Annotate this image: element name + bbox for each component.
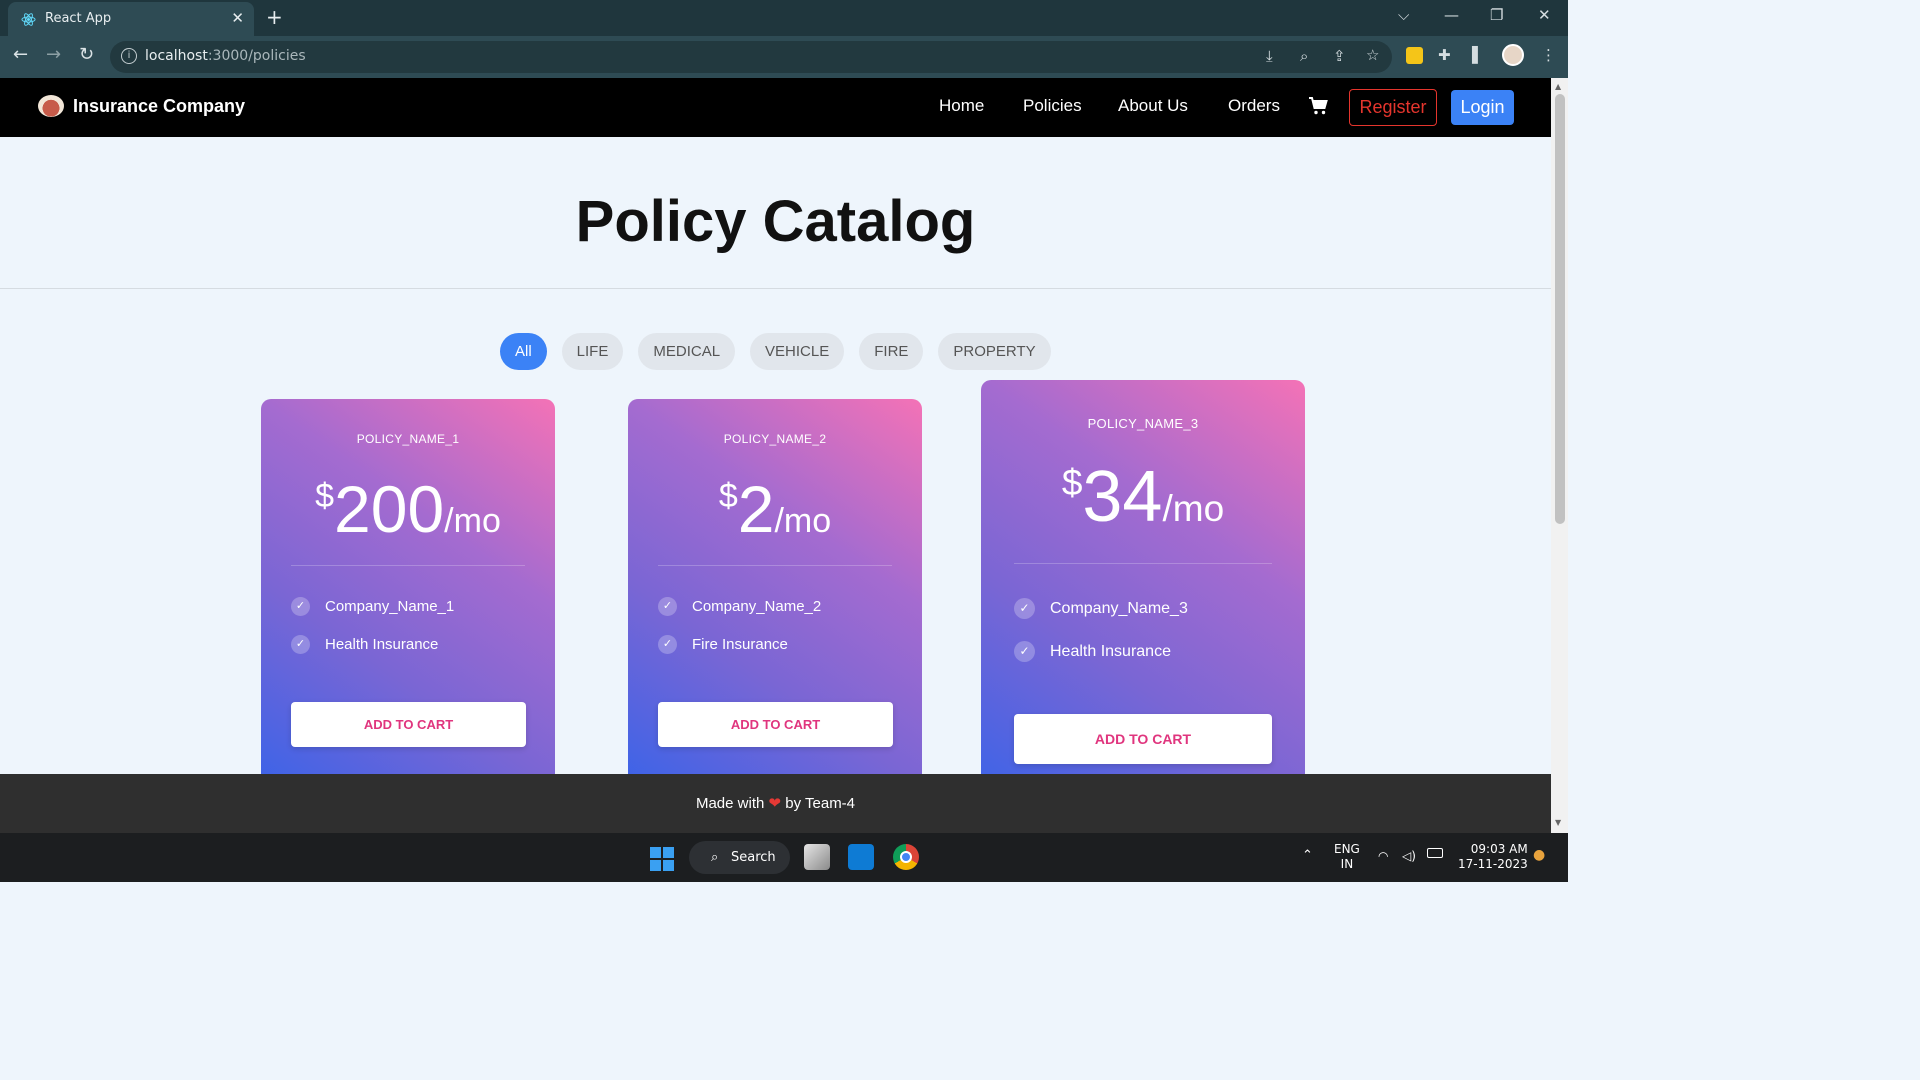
minimize-button[interactable]: — <box>1444 6 1459 24</box>
feature-company: ✓ Company_Name_3 <box>1014 598 1188 619</box>
register-button[interactable]: Register <box>1349 89 1437 126</box>
policy-price: $34/mo <box>1061 457 1225 537</box>
site-navbar: Insurance Company Home Policies About Us… <box>0 78 1551 137</box>
forward-icon[interactable]: → <box>46 44 61 65</box>
check-icon: ✓ <box>658 597 677 616</box>
battery-icon[interactable] <box>1427 848 1443 858</box>
add-to-cart-button[interactable]: ADD TO CART <box>291 702 526 747</box>
search-icon: ⌕ <box>711 850 719 865</box>
filter-medical[interactable]: MEDICAL <box>638 333 736 370</box>
cart-icon[interactable] <box>1308 97 1328 115</box>
policy-name: POLICY_NAME_3 <box>1087 416 1199 431</box>
login-button[interactable]: Login <box>1451 90 1514 125</box>
window-close-button[interactable]: ✕ <box>1538 6 1551 24</box>
feature-company: ✓ Company_Name_2 <box>658 597 821 616</box>
feature-type: ✓ Fire Insurance <box>658 635 788 654</box>
filter-all[interactable]: All <box>500 333 547 370</box>
install-icon[interactable]: ⤓ <box>1266 47 1273 65</box>
restore-button[interactable]: ❐ <box>1490 6 1503 24</box>
policy-name: POLICY_NAME_2 <box>723 432 827 446</box>
brand-name: Insurance Company <box>73 95 246 116</box>
back-icon[interactable]: ← <box>13 44 28 65</box>
page-scrollbar[interactable]: ▲ ▼ <box>1551 78 1568 833</box>
clock[interactable]: 09:03 AM 17-11-2023 <box>1458 842 1528 872</box>
tab-title: React App <box>45 11 112 26</box>
site-footer: Made with ❤ by Team-4 <box>0 774 1551 833</box>
add-to-cart-button[interactable]: ADD TO CART <box>1014 714 1272 764</box>
url-text: localhost:3000/policies <box>145 48 306 64</box>
filter-life[interactable]: LIFE <box>561 333 624 370</box>
notification-bell-icon[interactable]: ● <box>1533 848 1545 863</box>
profile-avatar[interactable] <box>1502 44 1524 66</box>
card-divider <box>658 565 892 566</box>
extensions-puzzle-icon[interactable]: ✚ <box>1438 46 1451 64</box>
menu-kebab-icon[interactable]: ⋮ <box>1541 46 1556 64</box>
check-icon: ✓ <box>291 597 310 616</box>
bookmark-star-icon[interactable]: ☆ <box>1366 46 1379 64</box>
new-tab-button[interactable]: + <box>266 5 283 29</box>
scroll-thumb[interactable] <box>1555 94 1565 524</box>
language-indicator[interactable]: ENG IN <box>1334 842 1360 872</box>
share-icon[interactable]: ⇪ <box>1333 47 1346 65</box>
tab-close-icon[interactable]: ✕ <box>231 9 244 27</box>
windows-start-icon[interactable] <box>650 847 674 871</box>
policy-name: POLICY_NAME_1 <box>356 432 460 446</box>
tray-chevron-up-icon[interactable]: ⌃ <box>1302 848 1313 863</box>
heart-icon: ❤ <box>768 795 782 812</box>
filter-fire[interactable]: FIRE <box>859 333 924 370</box>
footer-text-before: Made with <box>695 795 765 812</box>
browser-tab[interactable]: React App ✕ <box>8 2 254 36</box>
address-bar[interactable]: i localhost:3000/policies ⤓ ⌕ ⇪ ☆ <box>110 41 1392 73</box>
extension-icon[interactable] <box>1406 47 1423 64</box>
policy-card: POLICY_NAME_2 $2/mo ✓ Company_Name_2 ✓ F… <box>628 399 922 789</box>
check-icon: ✓ <box>1014 641 1035 662</box>
browser-tab-strip: React App ✕ + ⌵ — ❐ ✕ <box>0 0 1568 36</box>
tab-search-icon[interactable]: ⌵ <box>1398 6 1409 24</box>
chrome-icon[interactable] <box>893 844 919 870</box>
react-favicon-icon <box>21 13 36 26</box>
policy-card-featured: POLICY_NAME_3 $34/mo ✓ Company_Name_3 ✓ … <box>981 380 1305 800</box>
page-title: Policy Catalog <box>575 189 976 254</box>
scroll-down-icon[interactable]: ▼ <box>1555 818 1561 827</box>
zoom-icon[interactable]: ⌕ <box>1300 47 1308 65</box>
taskbar-search[interactable]: ⌕ Search <box>689 841 790 874</box>
nav-home[interactable]: Home <box>939 96 984 116</box>
feature-type: ✓ Health Insurance <box>291 635 438 654</box>
brand-logo-icon <box>38 95 64 117</box>
policy-card: POLICY_NAME_1 $200/mo ✓ Company_Name_1 ✓… <box>261 399 555 789</box>
add-to-cart-button[interactable]: ADD TO CART <box>658 702 893 747</box>
category-filters: All LIFE MEDICAL VEHICLE FIRE PROPERTY <box>500 333 1051 370</box>
vscode-icon[interactable] <box>848 844 874 870</box>
policy-price: $200/mo <box>315 472 501 546</box>
task-view-icon[interactable] <box>804 844 830 870</box>
filter-property[interactable]: PROPERTY <box>938 333 1051 370</box>
browser-toolbar: ← → ↻ i localhost:3000/policies ⤓ ⌕ ⇪ ☆ … <box>0 36 1568 78</box>
card-divider <box>291 565 525 566</box>
card-divider <box>1014 563 1272 564</box>
filter-vehicle[interactable]: VEHICLE <box>750 333 845 370</box>
scroll-up-icon[interactable]: ▲ <box>1555 82 1561 91</box>
side-panel-icon[interactable]: ▌ <box>1472 46 1484 64</box>
os-taskbar: ⌕ Search ⌃ ENG IN ◠ ◁) 09:03 AM 17-11-2023… <box>0 833 1568 882</box>
site-info-icon[interactable]: i <box>121 48 137 64</box>
brand[interactable]: Insurance Company <box>38 95 245 117</box>
wifi-icon[interactable]: ◠ <box>1378 849 1388 864</box>
volume-icon[interactable]: ◁) <box>1402 849 1416 864</box>
nav-about-us[interactable]: About Us <box>1118 96 1188 116</box>
taskbar-search-label: Search <box>731 850 776 865</box>
check-icon: ✓ <box>658 635 677 654</box>
title-divider <box>0 288 1551 289</box>
check-icon: ✓ <box>1014 598 1035 619</box>
nav-policies[interactable]: Policies <box>1023 96 1082 116</box>
check-icon: ✓ <box>291 635 310 654</box>
nav-orders[interactable]: Orders <box>1228 96 1280 116</box>
feature-type: ✓ Health Insurance <box>1014 641 1171 662</box>
reload-icon[interactable]: ↻ <box>79 44 94 65</box>
policy-price: $2/mo <box>718 472 832 546</box>
feature-company: ✓ Company_Name_1 <box>291 597 454 616</box>
footer-text-after: by Team-4 <box>785 795 856 812</box>
